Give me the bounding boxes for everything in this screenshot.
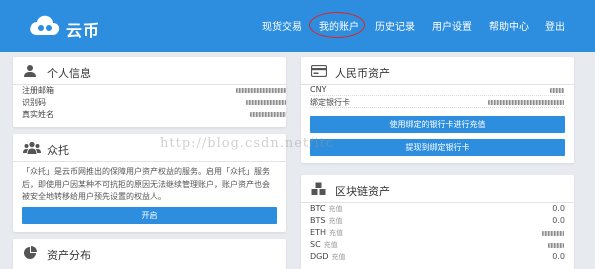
card-header: 人民币资产: [301, 57, 574, 85]
pie-chart-icon: [24, 246, 37, 259]
cubes-icon: [311, 182, 326, 195]
nav-logout[interactable]: 登出: [545, 18, 565, 33]
card-title: 众托: [47, 144, 69, 157]
redacted-value: [236, 88, 286, 93]
coin-row-bts: BTS 充值 0.0: [310, 216, 565, 227]
info-row-email: 注册邮箱: [22, 85, 286, 96]
crowd-trust-description: 「众托」是云币网推出的保障用户资产权益的服务。启用「众托」服务后，即使用户因某种…: [22, 167, 270, 201]
redacted-value: [250, 112, 286, 117]
redacted-value: [246, 100, 286, 105]
redacted-value: [542, 231, 564, 236]
coin-balance: 0.0: [552, 204, 565, 213]
coin-symbol: SC: [310, 240, 321, 249]
blockchain-assets-card: 区块链资产 BTC 充值 0.0 BTS 充值 0.0 ETH 充值 SC 充值 DGD…: [301, 175, 574, 269]
top-navbar: 云币 现货交易 我的账户 历史记录 用户设置 帮助中心 登出: [0, 0, 595, 52]
coin-deposit-link[interactable]: 充值: [328, 217, 342, 225]
field-label: 真实姓名: [22, 110, 54, 119]
field-label: CNY: [310, 85, 327, 94]
watermark-text: http://blog.csdn.net/itc: [160, 136, 335, 151]
nav-user-settings[interactable]: 用户设置: [432, 18, 472, 33]
info-row-real-name: 真实姓名: [22, 109, 286, 120]
coin-symbol: DGD: [310, 252, 329, 261]
card-title: 资产分布: [47, 249, 91, 262]
cny-assets-card: 人民币资产 CNY 绑定银行卡 使用绑定的银行卡进行充值 提现到绑定银行卡: [301, 57, 574, 163]
coin-balance: 0.0: [552, 252, 565, 261]
card-header: 个人信息: [13, 57, 286, 85]
redacted-value: [488, 100, 564, 105]
redacted-value: [550, 88, 564, 93]
cny-balance-row: CNY: [310, 85, 565, 96]
card-title: 人民币资产: [335, 67, 390, 80]
personal-info-card: 个人信息 注册邮箱 识别码 真实姓名: [13, 57, 286, 127]
field-label: 注册邮箱: [22, 86, 54, 95]
coin-deposit-link[interactable]: 充值: [332, 253, 346, 261]
coin-row-dgd: DGD 充值 0.0: [310, 252, 565, 263]
coin-deposit-link[interactable]: 充值: [324, 241, 338, 249]
coin-symbol: ETH: [310, 228, 326, 237]
coin-row-btc: BTC 充值 0.0: [310, 204, 565, 215]
deposit-with-bank-card-button[interactable]: 使用绑定的银行卡进行充值: [310, 116, 565, 133]
enable-crowd-trust-button[interactable]: 开启: [22, 207, 277, 224]
card-header: 资产分布: [13, 239, 286, 267]
coin-deposit-link[interactable]: 充值: [329, 229, 343, 237]
coin-row-eth: ETH 充值: [310, 228, 565, 239]
card-title: 个人信息: [47, 67, 91, 80]
nav-history[interactable]: 历史记录: [375, 18, 415, 33]
nav-spot-trading[interactable]: 现货交易: [262, 18, 302, 33]
money-card-icon: [311, 65, 327, 77]
bound-bank-card-row: 绑定银行卡: [310, 97, 565, 108]
field-label: 识别码: [22, 98, 46, 107]
redacted-value: [548, 243, 564, 248]
group-icon: [23, 141, 41, 154]
field-label: 绑定银行卡: [310, 98, 350, 107]
user-icon: [24, 65, 36, 77]
coin-balance: 0.0: [552, 216, 565, 225]
coin-symbol: BTS: [310, 216, 326, 225]
nav-help-center[interactable]: 帮助中心: [489, 18, 529, 33]
card-header: 区块链资产: [301, 175, 574, 203]
info-row-id-code: 识别码: [22, 97, 286, 108]
coin-deposit-link[interactable]: 充值: [329, 205, 343, 213]
withdraw-to-bank-card-button[interactable]: 提现到绑定银行卡: [310, 139, 565, 156]
card-title: 区块链资产: [335, 185, 390, 198]
asset-distribution-card: 资产分布: [13, 239, 286, 269]
coin-symbol: BTC: [310, 204, 326, 213]
highlight-circle: [309, 12, 365, 38]
coin-row-sc: SC 充值: [310, 240, 565, 251]
cloud-coin-logo-icon: [30, 15, 60, 35]
brand-name: 云币: [66, 21, 101, 40]
